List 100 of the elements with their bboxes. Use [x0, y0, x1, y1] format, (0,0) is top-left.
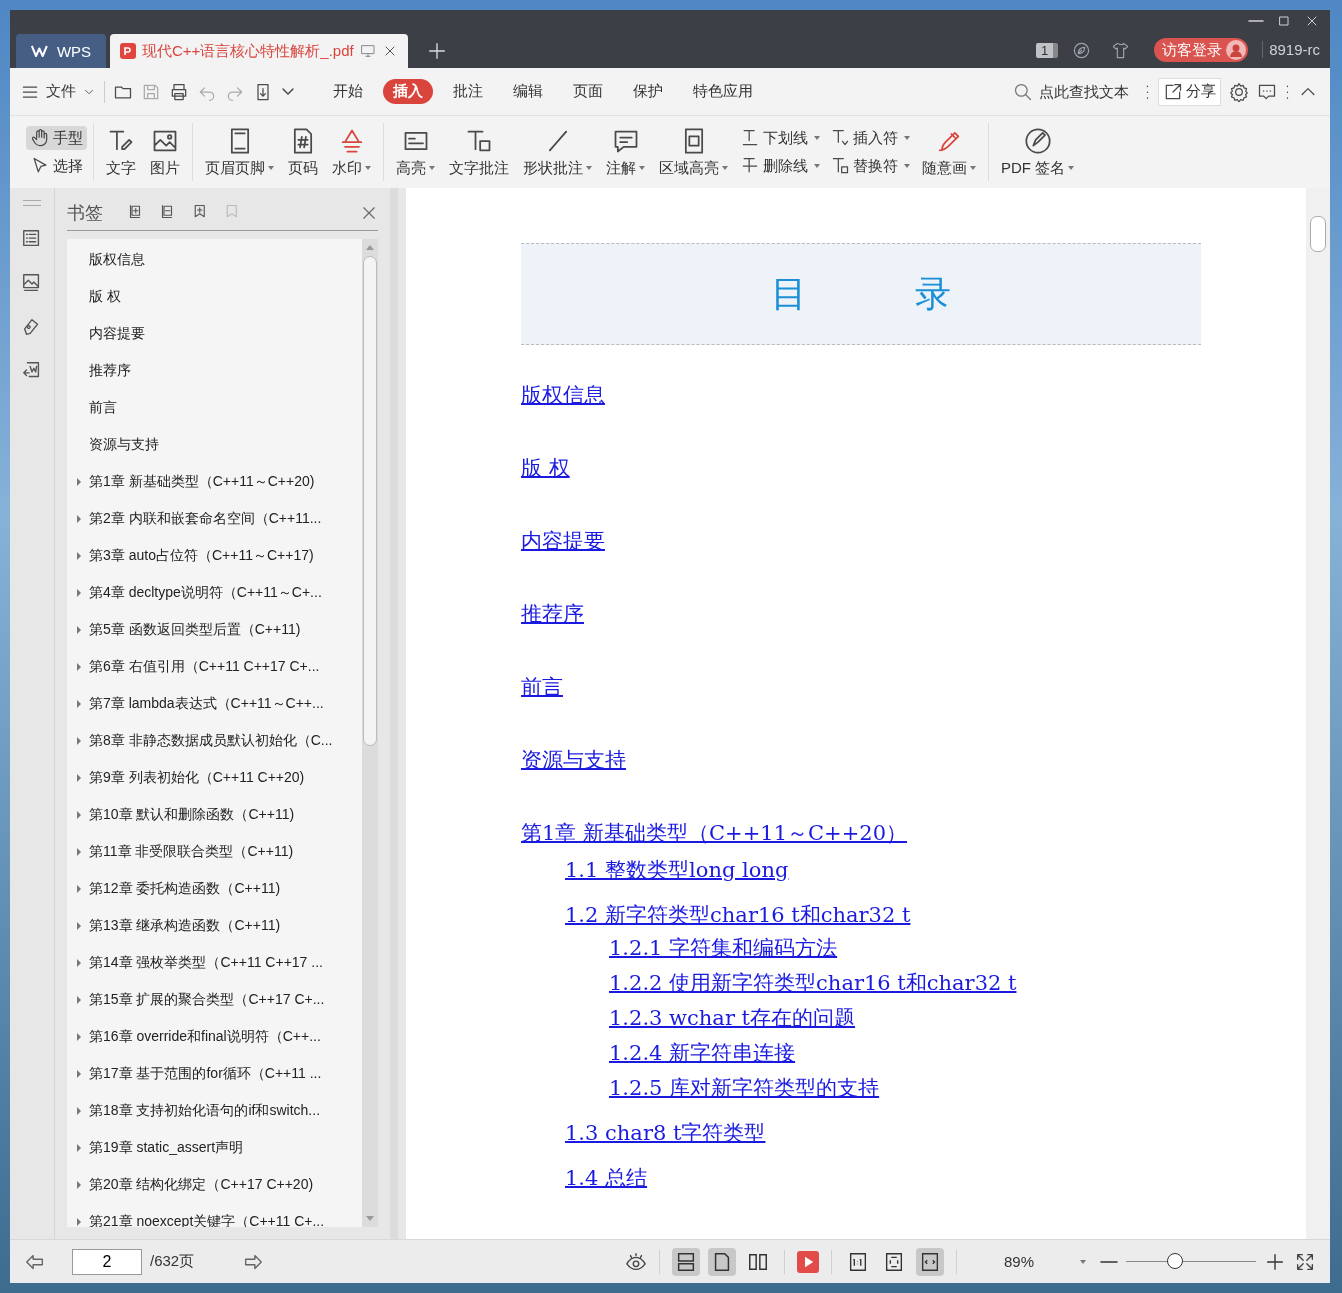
expand-arrow-icon[interactable] — [77, 958, 81, 967]
window-count-badge[interactable]: 1 — [1035, 43, 1059, 58]
toc-link[interactable]: 1.2.1 字符集和编码方法 — [609, 936, 838, 960]
expand-arrow-icon[interactable] — [77, 477, 81, 486]
ribbon-tab[interactable]: 保护 — [623, 79, 673, 104]
home-tab[interactable]: WPS — [16, 34, 106, 68]
bookmark-item[interactable]: 内容提要 — [89, 324, 145, 343]
bookmark-item[interactable]: 第7章 lambda表达式（C++11～C++... — [89, 694, 324, 713]
toc-link[interactable]: 版 权 — [521, 456, 570, 480]
bookmark-item[interactable]: 第17章 基于范围的for循环（C++11 ... — [89, 1064, 322, 1083]
scrollbar[interactable] — [1306, 188, 1330, 1239]
tool-button[interactable]: 高亮 — [390, 124, 441, 180]
bookmark-item[interactable]: 第6章 右值引用（C++11 C++17 C+... — [89, 657, 320, 676]
expand-arrow-icon[interactable] — [77, 1069, 81, 1078]
bookmark-item[interactable]: 资源与支持 — [89, 435, 159, 454]
expand-arrow-icon[interactable] — [77, 1217, 81, 1226]
expand-arrow-icon[interactable] — [77, 1106, 81, 1115]
bookmark-item[interactable]: 推荐序 — [89, 361, 131, 380]
toc-link[interactable]: 1.2.5 库对新字符类型的支持 — [609, 1076, 880, 1100]
expand-arrow-icon[interactable] — [77, 810, 81, 819]
ribbon-tab[interactable]: 编辑 — [503, 79, 553, 104]
tool-button[interactable]: 图片 — [144, 124, 186, 180]
tool-button[interactable]: 页眉页脚 — [199, 124, 280, 180]
tool-button[interactable]: 文字 — [100, 124, 142, 180]
expand-arrow-icon[interactable] — [77, 773, 81, 782]
expand-arrow-icon[interactable] — [77, 699, 81, 708]
bookmark-item[interactable]: 第2章 内联和嵌套命名空间（C++11... — [89, 509, 322, 528]
toc-link[interactable]: 前言 — [521, 675, 563, 699]
scrollbar[interactable] — [362, 239, 378, 1227]
tool-button[interactable]: 下划线 — [736, 126, 824, 150]
bookmark-item[interactable]: 第3章 auto占位符（C++11～C++17) — [89, 546, 314, 565]
tool-button[interactable]: 注解 — [600, 124, 651, 180]
drag-handle[interactable] — [23, 200, 41, 206]
expand-arrow-icon[interactable] — [77, 921, 81, 930]
bookmark-item[interactable]: 第10章 默认和删除函数（C++11) — [89, 805, 295, 824]
bookmark-item[interactable]: 第14章 强枚举类型（C++11 C++17 ... — [89, 953, 323, 972]
toc-link[interactable]: 1.2 新字符类型char16 t和char32 t — [565, 903, 911, 927]
expand-arrow-icon[interactable] — [77, 884, 81, 893]
expand-arrow-icon[interactable] — [77, 736, 81, 745]
toc-link[interactable]: 资源与支持 — [521, 748, 626, 772]
expand-arrow-icon[interactable] — [77, 588, 81, 597]
bookmark-item[interactable]: 第16章 override和final说明符（C++... — [89, 1027, 321, 1046]
bookmark-item[interactable]: 第8章 非静态数据成员默认初始化（C... — [89, 731, 333, 750]
bookmark-item[interactable]: 第19章 static_assert声明 — [89, 1138, 244, 1157]
toc-link[interactable]: 1.4 总结 — [565, 1166, 648, 1190]
expand-arrow-icon[interactable] — [77, 514, 81, 523]
toc-link[interactable]: 1.2.3 wchar t存在的问题 — [609, 1006, 856, 1030]
expand-arrow-icon[interactable] — [77, 625, 81, 634]
bookmark-item[interactable]: 第1章 新基础类型（C++11～C++20) — [89, 472, 315, 491]
document-tab[interactable]: 现代C++语言核心特性解析_.pdf — [110, 34, 408, 68]
bookmark-item[interactable]: 版 权 — [89, 287, 121, 306]
tool-button[interactable]: 水印 — [326, 124, 377, 180]
tool-button[interactable]: PDF 签名 — [995, 124, 1081, 180]
bookmark-item[interactable]: 第9章 列表初始化（C++11 C++20) — [89, 768, 305, 787]
toc-link[interactable]: 1.3 char8 t字符类型 — [565, 1121, 766, 1145]
toc-link[interactable]: 第1章 新基础类型（C++11～C++20） — [521, 821, 907, 845]
ribbon-tab[interactable]: 开始 — [323, 79, 373, 104]
tool-button[interactable]: 删除线 — [736, 154, 824, 178]
zoom-slider[interactable] — [1126, 1252, 1256, 1271]
login-button[interactable]: 访客登录 — [1154, 38, 1249, 62]
toc-link[interactable]: 推荐序 — [521, 602, 584, 626]
bookmark-item[interactable]: 前言 — [89, 398, 117, 417]
tool-button[interactable]: 形状批注 — [517, 124, 598, 180]
bookmark-item[interactable]: 第12章 委托构造函数（C++11) — [89, 879, 281, 898]
bookmark-item[interactable]: 第18章 支持初始化语句的if和switch... — [89, 1101, 321, 1120]
expand-arrow-icon[interactable] — [77, 662, 81, 671]
expand-arrow-icon[interactable] — [77, 551, 81, 560]
tool-button[interactable]: 插入符 — [826, 126, 914, 150]
share-button[interactable]: 分享 — [1158, 77, 1221, 106]
bookmark-item[interactable]: 版权信息 — [89, 250, 145, 269]
bookmark-item[interactable]: 第5章 函数返回类型后置（C++11) — [89, 620, 301, 639]
expand-arrow-icon[interactable] — [77, 1143, 81, 1152]
ribbon-tab[interactable]: 批注 — [443, 79, 493, 104]
expand-arrow-icon[interactable] — [77, 1180, 81, 1189]
tool-button[interactable]: 区域高亮 — [653, 124, 734, 180]
page-number-field[interactable]: 2 — [72, 1248, 142, 1275]
tool-button[interactable]: 手型 — [26, 126, 87, 150]
expand-arrow-icon[interactable] — [77, 995, 81, 1004]
continuous-view-button[interactable] — [672, 1247, 700, 1276]
zoom-level[interactable]: 89% — [969, 1253, 1069, 1270]
fit-width-button[interactable] — [916, 1247, 944, 1276]
toc-link[interactable]: 内容提要 — [521, 529, 605, 553]
toc-link[interactable]: 1.2.4 新字符串连接 — [609, 1041, 796, 1065]
expand-arrow-icon[interactable] — [77, 1032, 81, 1041]
bookmark-item[interactable]: 第20章 结构化绑定（C++17 C++20) — [89, 1175, 314, 1194]
caret-icon[interactable] — [1080, 1259, 1086, 1264]
toc-link[interactable]: 1.1 整数类型long long — [565, 858, 789, 882]
search-field[interactable]: 点此查找文本 — [1013, 81, 1137, 102]
tool-button[interactable]: 随意画 — [916, 124, 982, 180]
bookmark-item[interactable]: 第11章 非受限联合类型（C++11) — [89, 842, 294, 861]
tool-button[interactable]: 选择 — [26, 154, 87, 178]
tool-button[interactable]: 替换符 — [826, 154, 914, 178]
tool-button[interactable]: 页码 — [282, 124, 324, 180]
file-menu[interactable]: 文件 — [20, 81, 96, 102]
bookmark-item[interactable]: 第15章 扩展的聚合类型（C++17 C+... — [89, 990, 325, 1009]
bookmark-item[interactable]: 第4章 decltype说明符（C++11～C+... — [89, 583, 322, 602]
tool-button[interactable]: 文字批注 — [443, 124, 515, 180]
ribbon-tab[interactable]: 特色应用 — [683, 79, 763, 104]
single-page-button[interactable] — [708, 1247, 736, 1276]
ribbon-tab[interactable]: 页面 — [563, 79, 613, 104]
